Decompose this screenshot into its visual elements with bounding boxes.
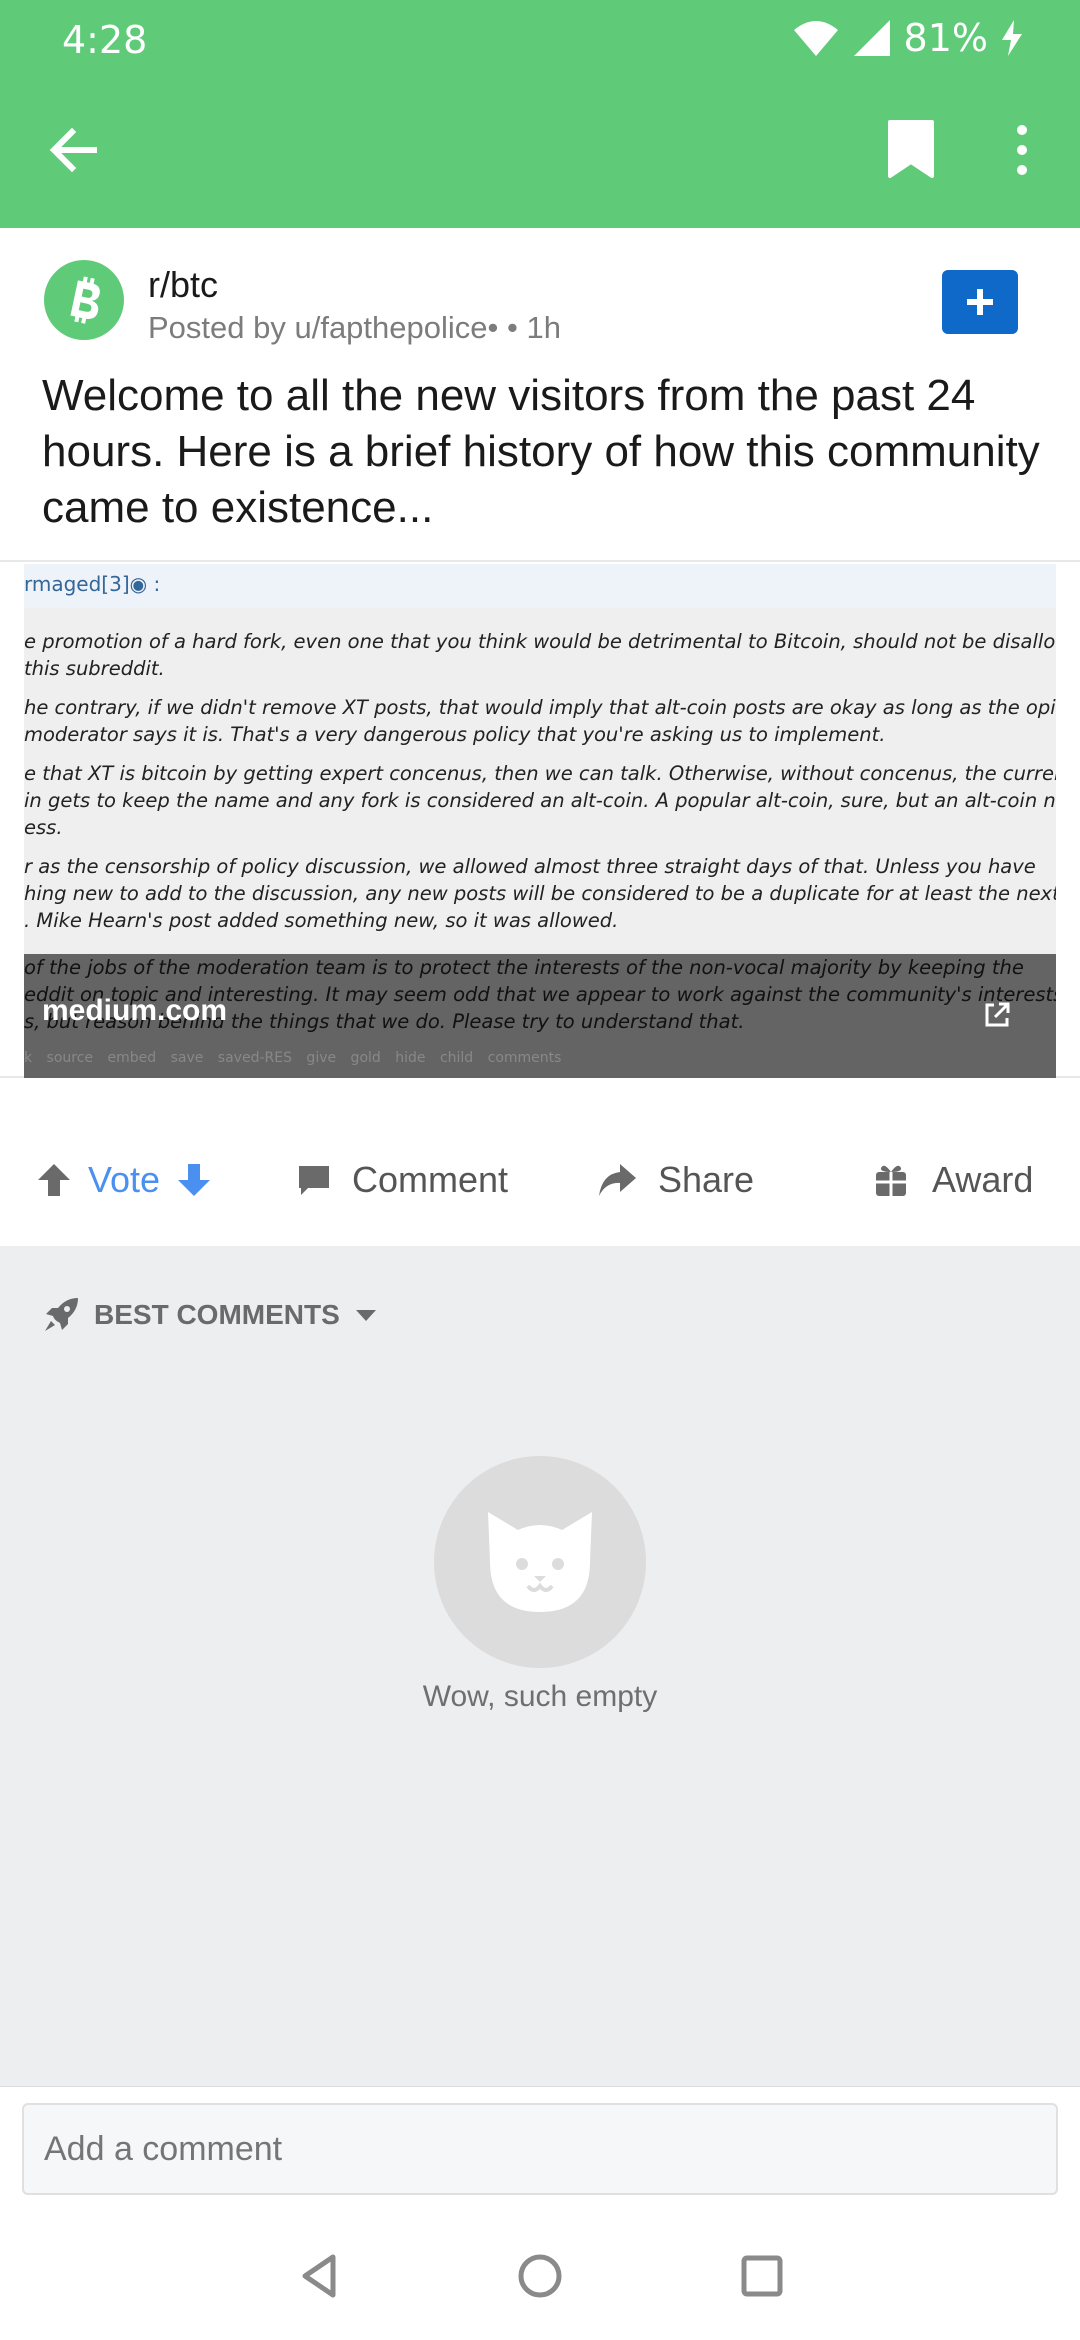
empty-state-text: Wow, such empty — [422, 1680, 658, 1713]
arrow-left-icon — [49, 127, 97, 173]
post-header: r/btc Posted by u/fapthepolice• • 1h Wel… — [0, 228, 1080, 558]
circle-home-icon — [518, 2254, 562, 2298]
square-recents-icon — [741, 2255, 783, 2297]
preview-line: e that XT is bitcoin by getting expert c… — [24, 762, 1056, 785]
add-comment-input[interactable] — [22, 2103, 1058, 2195]
charging-icon — [1002, 20, 1022, 56]
rocket-icon — [45, 1298, 78, 1331]
preview-line: he contrary, if we didn't remove XT post… — [24, 696, 1056, 719]
back-button[interactable] — [44, 120, 104, 180]
join-subreddit-button[interactable] — [942, 270, 1018, 334]
preview-line: this subreddit. — [24, 657, 165, 680]
bookmark-button[interactable] — [884, 118, 938, 182]
system-navigation-bar — [0, 2210, 1080, 2340]
status-bar: 4:28 81% — [0, 0, 1080, 80]
preview-line: e promotion of a hard fork, even one tha… — [24, 630, 1056, 653]
share-button[interactable]: Share — [596, 1150, 754, 1210]
post-author-meta[interactable]: Posted by u/fapthepolice• • 1h — [148, 310, 561, 346]
caret-down-icon — [355, 1310, 376, 1321]
comment-button[interactable]: Comment — [296, 1150, 508, 1210]
comment-icon — [299, 1166, 329, 1195]
plus-icon — [967, 289, 993, 315]
post-action-bar: Vote Comment Share Award — [0, 1110, 1080, 1258]
more-vertical-icon — [1017, 125, 1027, 175]
battery-percent: 81% — [903, 16, 988, 60]
comment-label: Comment — [352, 1159, 509, 1200]
wifi-icon — [793, 21, 838, 56]
status-icons: 81% — [792, 16, 1024, 60]
share-icon — [599, 1164, 636, 1196]
preview-line: of the jobs of the moderation team is to… — [24, 956, 1024, 979]
award-button[interactable]: Award — [874, 1150, 1033, 1210]
signal-icon — [853, 20, 890, 56]
app-bar — [0, 100, 1080, 210]
award-label: Award — [932, 1159, 1034, 1200]
post-title: Welcome to all the new visitors from the… — [42, 371, 1040, 532]
vote-label: Vote — [88, 1159, 161, 1200]
nav-back-button[interactable] — [290, 2246, 350, 2306]
arrow-down-icon[interactable] — [174, 1160, 214, 1200]
preview-line: . Mike Hearn's post added something new,… — [24, 909, 619, 932]
bitcoin-icon — [70, 276, 100, 324]
vote-control: Vote — [34, 1150, 214, 1210]
nav-recents-button[interactable] — [732, 2246, 792, 2306]
sort-label: BEST COMMENTS — [94, 1299, 340, 1330]
preview-line: ess. — [24, 816, 63, 839]
preview-line: in gets to keep the name and any fork is… — [24, 789, 1056, 812]
comment-input-bar — [0, 2086, 1080, 2210]
preview-domain: medium.com — [42, 994, 228, 1027]
preview-line: hing new to add to the discussion, any n… — [24, 882, 1056, 905]
bookmark-icon — [888, 120, 934, 178]
subreddit-name[interactable]: r/btc — [148, 264, 218, 306]
external-link-icon — [985, 1002, 1010, 1027]
share-label: Share — [658, 1159, 755, 1200]
preview-footer-links: k source embed save saved-RES give gold … — [24, 1050, 562, 1066]
cat-icon — [488, 1512, 592, 1612]
more-options-button[interactable] — [1004, 118, 1040, 182]
nav-home-button[interactable] — [510, 2246, 570, 2306]
triangle-back-icon — [302, 2254, 336, 2298]
empty-state-illustration — [434, 1456, 646, 1668]
preview-line: moderator says it is. That's a very dang… — [24, 723, 886, 746]
preview-text: e promotion of a hard fork, even one tha… — [24, 628, 1056, 946]
link-preview[interactable]: rmaged[3]◉ : e promotion of a hard fork,… — [0, 560, 1080, 1078]
comment-sort-dropdown[interactable]: BEST COMMENTS — [42, 1296, 378, 1334]
comments-section: BEST COMMENTS Wow, such empty — [0, 1246, 1080, 2086]
preview-line: r as the censorship of policy discussion… — [24, 855, 1036, 878]
arrow-up-icon[interactable] — [34, 1160, 74, 1200]
status-time: 4:28 — [62, 18, 148, 62]
subreddit-avatar[interactable] — [44, 260, 124, 340]
preview-top-strip — [24, 564, 1056, 608]
preview-user-line: rmaged[3]◉ : — [24, 572, 161, 596]
gift-icon — [876, 1165, 906, 1196]
